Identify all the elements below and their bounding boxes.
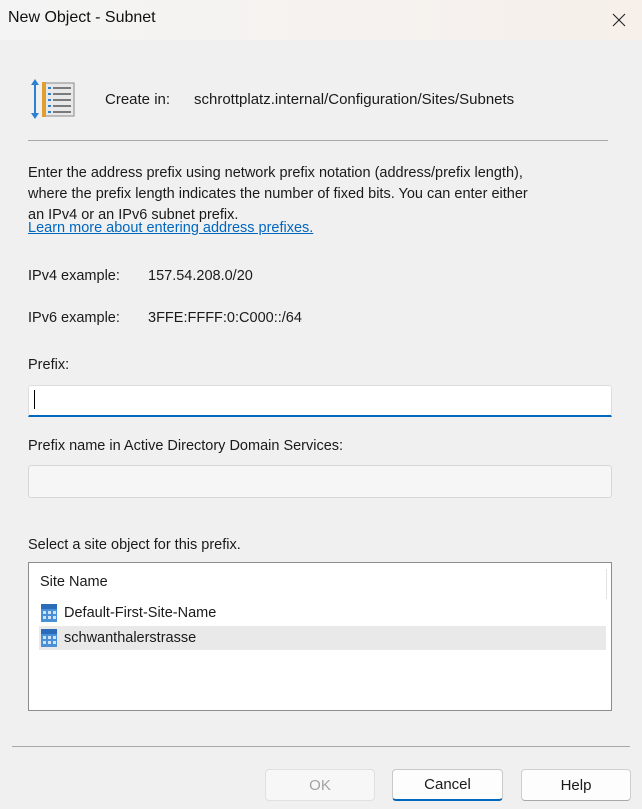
ipv6-example-value: 3FFE:FFFF:0:C000::/64 <box>148 310 302 326</box>
site-name: schwanthalerstrasse <box>64 630 197 646</box>
prefix-name-label: Prefix name in Active Directory Domain S… <box>28 438 344 454</box>
prefix-input[interactable] <box>28 385 612 417</box>
site-list[interactable]: Site Name Default-First-Site-Name schwan… <box>28 562 612 711</box>
description-text: Enter the address prefix using network p… <box>28 165 528 223</box>
close-icon <box>612 13 626 27</box>
site-row-schwanthalerstrasse[interactable]: schwanthalerstrasse <box>39 626 606 650</box>
ok-button[interactable]: OK <box>265 769 375 801</box>
site-name-column-header[interactable]: Site Name <box>29 563 605 599</box>
ipv4-example-label: IPv4 example: <box>28 268 120 284</box>
title-bar: New Object - Subnet <box>0 0 642 40</box>
close-button[interactable] <box>596 0 642 40</box>
column-divider <box>606 569 607 599</box>
create-in-path: schrottplatz.internal/Configuration/Site… <box>194 91 515 108</box>
help-button[interactable]: Help <box>521 769 631 801</box>
ipv4-example-value: 157.54.208.0/20 <box>148 268 253 284</box>
create-in-label: Create in: <box>105 91 171 108</box>
site-icon <box>41 629 57 647</box>
subnet-object-icon <box>29 74 79 124</box>
prefix-label: Prefix: <box>28 357 70 373</box>
cancel-button[interactable]: Cancel <box>392 769 503 801</box>
site-row-default-first-site-name[interactable]: Default-First-Site-Name <box>39 601 606 625</box>
footer-divider <box>12 746 630 747</box>
site-name: Default-First-Site-Name <box>64 605 217 621</box>
site-icon <box>41 604 57 622</box>
column-header-label: Site Name <box>40 574 108 590</box>
window-title: New Object - Subnet <box>8 9 156 26</box>
learn-more-link[interactable]: Learn more about entering address prefix… <box>28 220 313 236</box>
prefix-name-field <box>28 465 612 498</box>
ipv6-example-label: IPv6 example: <box>28 310 120 326</box>
header-divider <box>28 140 608 141</box>
text-caret <box>34 390 35 409</box>
site-select-label: Select a site object for this prefix. <box>28 537 241 553</box>
